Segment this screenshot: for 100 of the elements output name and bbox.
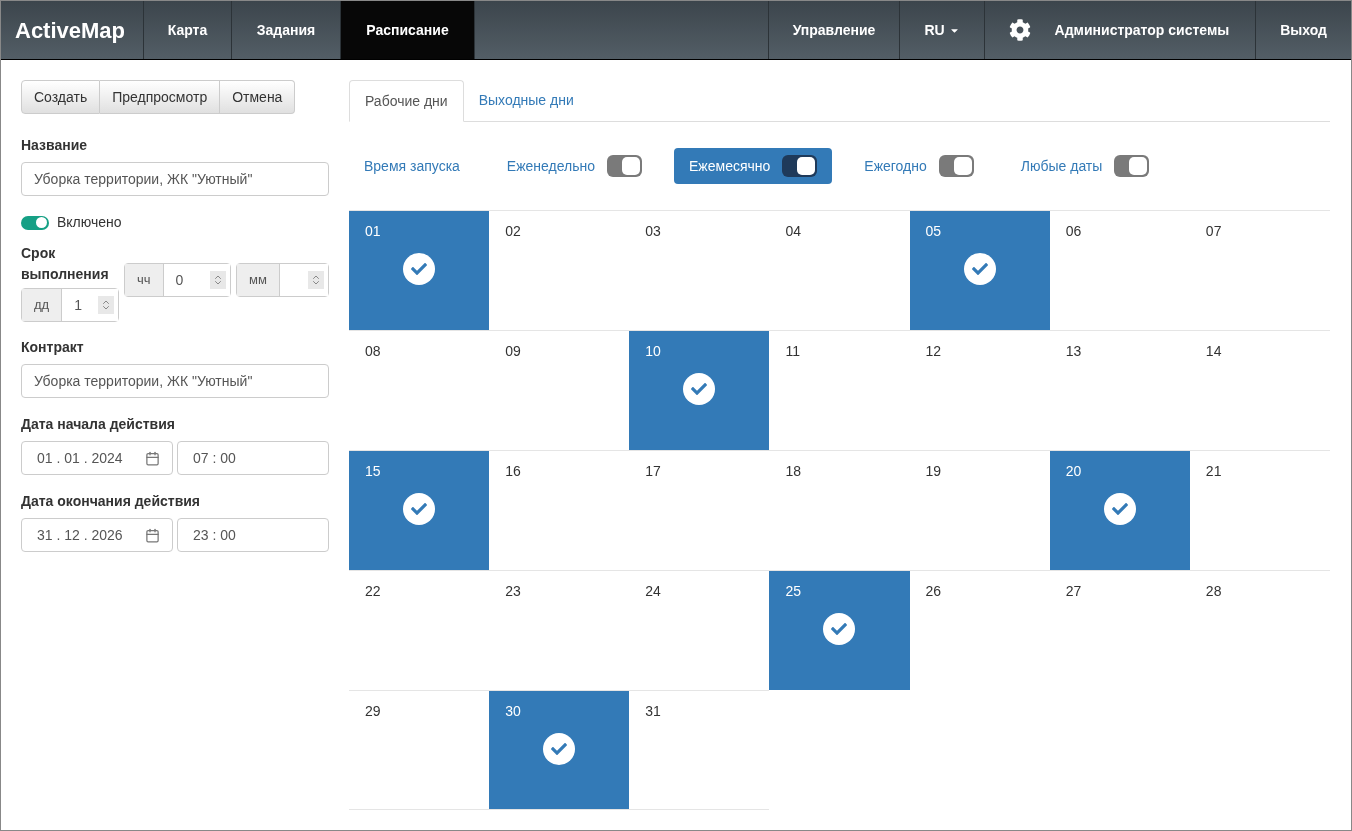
duration-value: 0 <box>175 270 184 290</box>
date-value: 01 . 01 . 2024 <box>36 448 123 468</box>
mode-label: Ежегодно <box>864 156 927 176</box>
nav-link[interactable]: Выход <box>1255 1 1351 59</box>
duration-field[interactable]: мм <box>236 263 329 297</box>
day-number: 05 <box>925 222 943 241</box>
toggle-switch[interactable] <box>782 155 818 177</box>
day-cell[interactable]: 15 <box>349 450 490 570</box>
spinner-icon[interactable] <box>98 296 114 314</box>
mode-option[interactable]: Еженедельно <box>491 148 658 184</box>
day-number: 17 <box>645 462 662 481</box>
toggle-switch[interactable] <box>1114 155 1150 177</box>
field-label: Название <box>21 136 89 155</box>
day-number: 22 <box>365 582 382 601</box>
day-cell[interactable]: 10 <box>629 330 770 450</box>
calendar-icon[interactable] <box>145 527 160 543</box>
day-number: 26 <box>925 582 943 601</box>
date-field[interactable]: 31 . 12 . 2026 <box>21 518 173 552</box>
time-value: 23 : 00 <box>192 525 236 545</box>
enabled-switch[interactable] <box>21 215 49 230</box>
time-field[interactable]: 23 : 00 <box>177 518 329 552</box>
date-field[interactable]: 01 . 01 . 2024 <box>21 441 173 475</box>
day-number: 07 <box>1205 222 1223 241</box>
day-number: 18 <box>785 462 802 481</box>
unit-label: чч <box>125 264 164 296</box>
unit-label: мм <box>237 264 280 296</box>
day-number: 21 <box>1205 462 1223 481</box>
field-label: Срок выполнения <box>21 244 110 284</box>
day-cell[interactable]: 30 <box>489 690 630 810</box>
check-icon <box>823 613 856 645</box>
day-number: 20 <box>1065 462 1083 481</box>
day-number: 15 <box>365 462 382 481</box>
day-number: 16 <box>505 462 522 481</box>
day-number: 29 <box>365 702 382 721</box>
tab[interactable]: Рабочие дни <box>349 80 464 122</box>
unit-label: дд <box>22 289 63 321</box>
day-number: 04 <box>785 222 802 241</box>
tab[interactable]: Выходные дни <box>463 80 589 121</box>
day-cell[interactable]: 29 <box>349 690 490 810</box>
check-icon <box>403 493 436 525</box>
day-number: 03 <box>645 222 662 241</box>
check-icon <box>683 373 716 405</box>
day-number: 24 <box>645 582 662 601</box>
day-number: 11 <box>785 342 801 361</box>
user-link[interactable]: Администратор системы <box>1054 19 1256 41</box>
check-icon <box>403 253 436 285</box>
duration-value: 1 <box>74 295 82 315</box>
toolbar-button[interactable]: Создать <box>21 80 101 114</box>
duration-field[interactable]: чч 0 <box>124 263 231 297</box>
day-number: 10 <box>645 342 662 361</box>
mode-label: Ежемесячно <box>689 156 771 176</box>
spinner-icon[interactable] <box>308 271 324 289</box>
spinner-icon[interactable] <box>210 271 226 289</box>
nav-tab[interactable]: Расписание <box>341 1 475 59</box>
check-icon <box>543 733 576 765</box>
day-number: 30 <box>505 702 522 721</box>
day-cell[interactable]: 20 <box>1049 450 1190 570</box>
day-number: 02 <box>505 222 522 241</box>
day-number: 13 <box>1065 342 1083 361</box>
field-label: Контракт <box>21 338 85 357</box>
day-number: 23 <box>505 582 522 601</box>
day-number: 08 <box>365 342 382 361</box>
mode-option[interactable]: Время запуска <box>349 148 475 184</box>
day-number: 14 <box>1205 342 1223 361</box>
toolbar-button[interactable]: Отмена <box>220 80 296 114</box>
switch-label: Включено <box>57 213 122 232</box>
contract-field[interactable]: Уборка территории, ЖК "Уютный" <box>21 364 329 398</box>
calendar-icon[interactable] <box>145 450 160 466</box>
time-field[interactable]: 07 : 00 <box>177 441 329 475</box>
mode-option[interactable]: Ежегодно <box>849 148 989 184</box>
day-number: 09 <box>505 342 522 361</box>
duration-field[interactable]: дд 1 <box>21 288 119 322</box>
nav-link[interactable]: Управление <box>767 1 900 59</box>
toolbar-button[interactable]: Предпросмотр <box>100 80 221 114</box>
field-label: Дата окончания действия <box>21 492 201 511</box>
check-icon <box>1103 493 1136 525</box>
toggle-switch[interactable] <box>938 155 974 177</box>
mode-option[interactable]: Любые даты <box>1005 148 1165 184</box>
mode-label: Любые даты <box>1020 156 1103 176</box>
mode-option[interactable]: Ежемесячно <box>674 148 833 184</box>
day-cell[interactable]: 01 <box>349 210 490 330</box>
date-value: 31 . 12 . 2026 <box>36 525 123 545</box>
day-cell[interactable]: 31 <box>629 690 770 810</box>
mode-label: Еженедельно <box>506 156 596 176</box>
day-cell[interactable]: 05 <box>909 210 1050 330</box>
brand-logo[interactable]: ActiveMap <box>1 1 144 59</box>
name-field[interactable]: Уборка территории, ЖК "Уютный" <box>21 162 329 196</box>
nav-tab[interactable]: Карта <box>144 1 232 59</box>
day-number: 31 <box>645 702 662 721</box>
toggle-switch[interactable] <box>607 155 643 177</box>
settings-icon[interactable] <box>1008 19 1031 41</box>
day-number: 19 <box>925 462 943 481</box>
day-cell[interactable]: 25 <box>769 570 910 690</box>
day-number: 06 <box>1065 222 1083 241</box>
check-icon <box>963 253 996 285</box>
day-number: 28 <box>1205 582 1223 601</box>
day-number: 27 <box>1065 582 1083 601</box>
language-dropdown[interactable]: RU <box>899 1 984 59</box>
field-label: Дата начала действия <box>21 415 176 434</box>
day-number: 12 <box>925 342 943 361</box>
